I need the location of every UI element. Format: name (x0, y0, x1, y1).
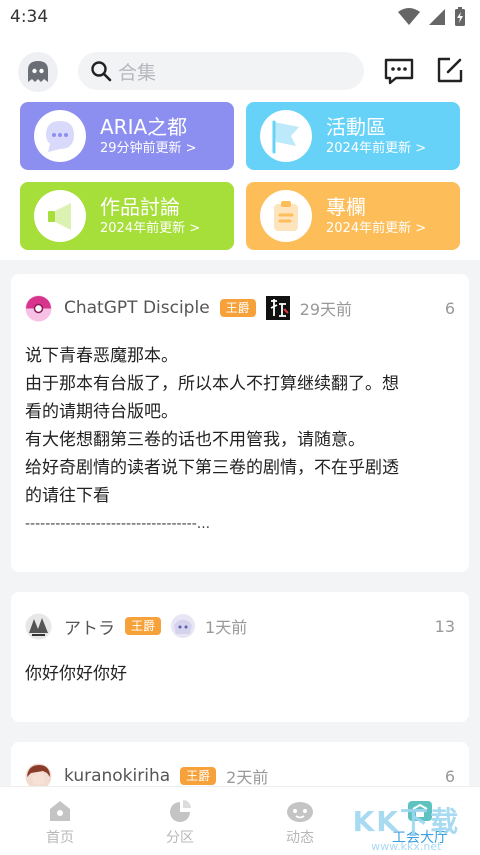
messages-button[interactable] (382, 54, 416, 88)
search-bar[interactable]: 合集 (78, 52, 364, 90)
guild-icon (408, 801, 432, 821)
post-username[interactable]: アトラ (64, 614, 115, 639)
edit-icon (437, 57, 463, 83)
post-username[interactable]: kuranokiriha (64, 766, 170, 786)
nav-category[interactable]: 分区 (120, 787, 240, 855)
tile-events[interactable]: 活動區 2024年前更新 > (246, 102, 460, 170)
tile-icon-wrap (34, 190, 86, 242)
post-time: 29天前 (299, 300, 353, 319)
tile-updated: 2024年前更新 > (100, 221, 201, 236)
rank-badge: 王爵 (125, 617, 162, 635)
reply-count: 13 (434, 616, 455, 636)
nav-label: 分区 (166, 830, 194, 846)
post-header: ChatGPT Disciple 王爵 29天前 6 (25, 274, 455, 342)
tile-name: 活動區 (326, 115, 386, 139)
search-icon (91, 61, 112, 82)
compose-button[interactable] (434, 54, 466, 86)
post-username[interactable]: ChatGPT Disciple (64, 298, 210, 318)
nav-label: 首页 (46, 830, 74, 846)
tile-icon-wrap (34, 110, 86, 162)
chat-bubble-icon (384, 58, 414, 85)
reply-count: 6 (444, 766, 455, 786)
status-bar: 4:34 (0, 0, 480, 34)
top-bar: 合集 (0, 34, 480, 102)
nav-home[interactable]: 首页 (0, 787, 120, 855)
post-content: 你好你好你好 (25, 660, 455, 688)
post-line: ----------------------------------... (25, 516, 211, 532)
post-time: 1天前 (205, 618, 248, 637)
flag-icon (272, 120, 299, 154)
post-header: アトラ 王爵 1天前 13 (25, 592, 455, 660)
post-card[interactable]: ChatGPT Disciple 王爵 29天前 6 说下青春恶魔那本。 由于那… (11, 274, 469, 572)
category-icon (170, 800, 191, 822)
post-line: 说下青春恶魔那本。 (25, 346, 178, 366)
tile-name: ARIA之都 (100, 115, 188, 139)
tile-columns[interactable]: 專欄 2024年前更新 > (246, 182, 460, 250)
post-content: 说下青春恶魔那本。 由于那本有台版了，所以本人不打算继续翻了。想 看的请期待台版… (25, 342, 455, 538)
post-card[interactable]: アトラ 王爵 1天前 13 你好你好你好 (11, 592, 469, 722)
section-tiles: ARIA之都 29分钟前更新 > 活動區 2024年前更新 > 作品討論 202… (0, 102, 480, 260)
post-line: 你好你好你好 (25, 664, 127, 684)
status-time: 4:34 (10, 7, 49, 27)
user-avatar[interactable] (25, 613, 52, 640)
signal-icon (429, 9, 445, 25)
nav-label: 工会大厅 (392, 830, 448, 846)
tile-icon-wrap (260, 110, 312, 162)
ghost-avatar-icon (28, 61, 48, 82)
tile-name: 專欄 (326, 195, 366, 219)
tile-work-discussion[interactable]: 作品討論 2024年前更新 > (20, 182, 234, 250)
feed-icon (287, 802, 313, 822)
tile-icon-wrap (260, 190, 312, 242)
tile-name: 作品討論 (100, 195, 180, 219)
clipboard-icon (274, 201, 298, 231)
nav-guild-hall[interactable]: 工会大厅 (360, 787, 480, 855)
tile-updated: 29分钟前更新 > (100, 141, 197, 156)
user-avatar[interactable] (25, 295, 52, 322)
search-placeholder: 合集 (118, 61, 157, 84)
post-line: 由于那本有台版了，所以本人不打算继续翻了。想 (25, 374, 399, 394)
status-icons (398, 7, 466, 27)
chat-bubble-icon (46, 121, 74, 152)
post-line: 给好奇剧情的读者说下第三卷的剧情，不在乎剧透 (25, 458, 399, 478)
nav-label: 动态 (286, 830, 314, 846)
battery-icon (455, 7, 465, 26)
rank-badge: 王爵 (219, 299, 256, 317)
rank-badge: 王爵 (180, 767, 217, 785)
post-time: 2天前 (226, 768, 269, 787)
home-icon (50, 801, 70, 821)
user-avatar-button[interactable] (18, 52, 58, 92)
user-title-badge (265, 296, 290, 320)
user-title-badge (171, 614, 196, 638)
tile-updated: 2024年前更新 > (326, 221, 427, 236)
post-line: 的请往下看 (25, 486, 110, 506)
nav-feed[interactable]: 动态 (240, 787, 360, 855)
tile-updated: 2024年前更新 > (326, 141, 427, 156)
bottom-nav: 首页 分区 动态 工会大厅 KK下载 www.kkx.net (0, 786, 480, 855)
post-line: 看的请期待台版吧。 (25, 402, 178, 422)
post-line: 有大佬想翻第三卷的话也不用管我，请随意。 (25, 430, 365, 450)
tile-aria-capital[interactable]: ARIA之都 29分钟前更新 > (20, 102, 234, 170)
megaphone-icon (48, 203, 71, 230)
wifi-icon (398, 8, 420, 25)
reply-count: 6 (444, 298, 455, 318)
